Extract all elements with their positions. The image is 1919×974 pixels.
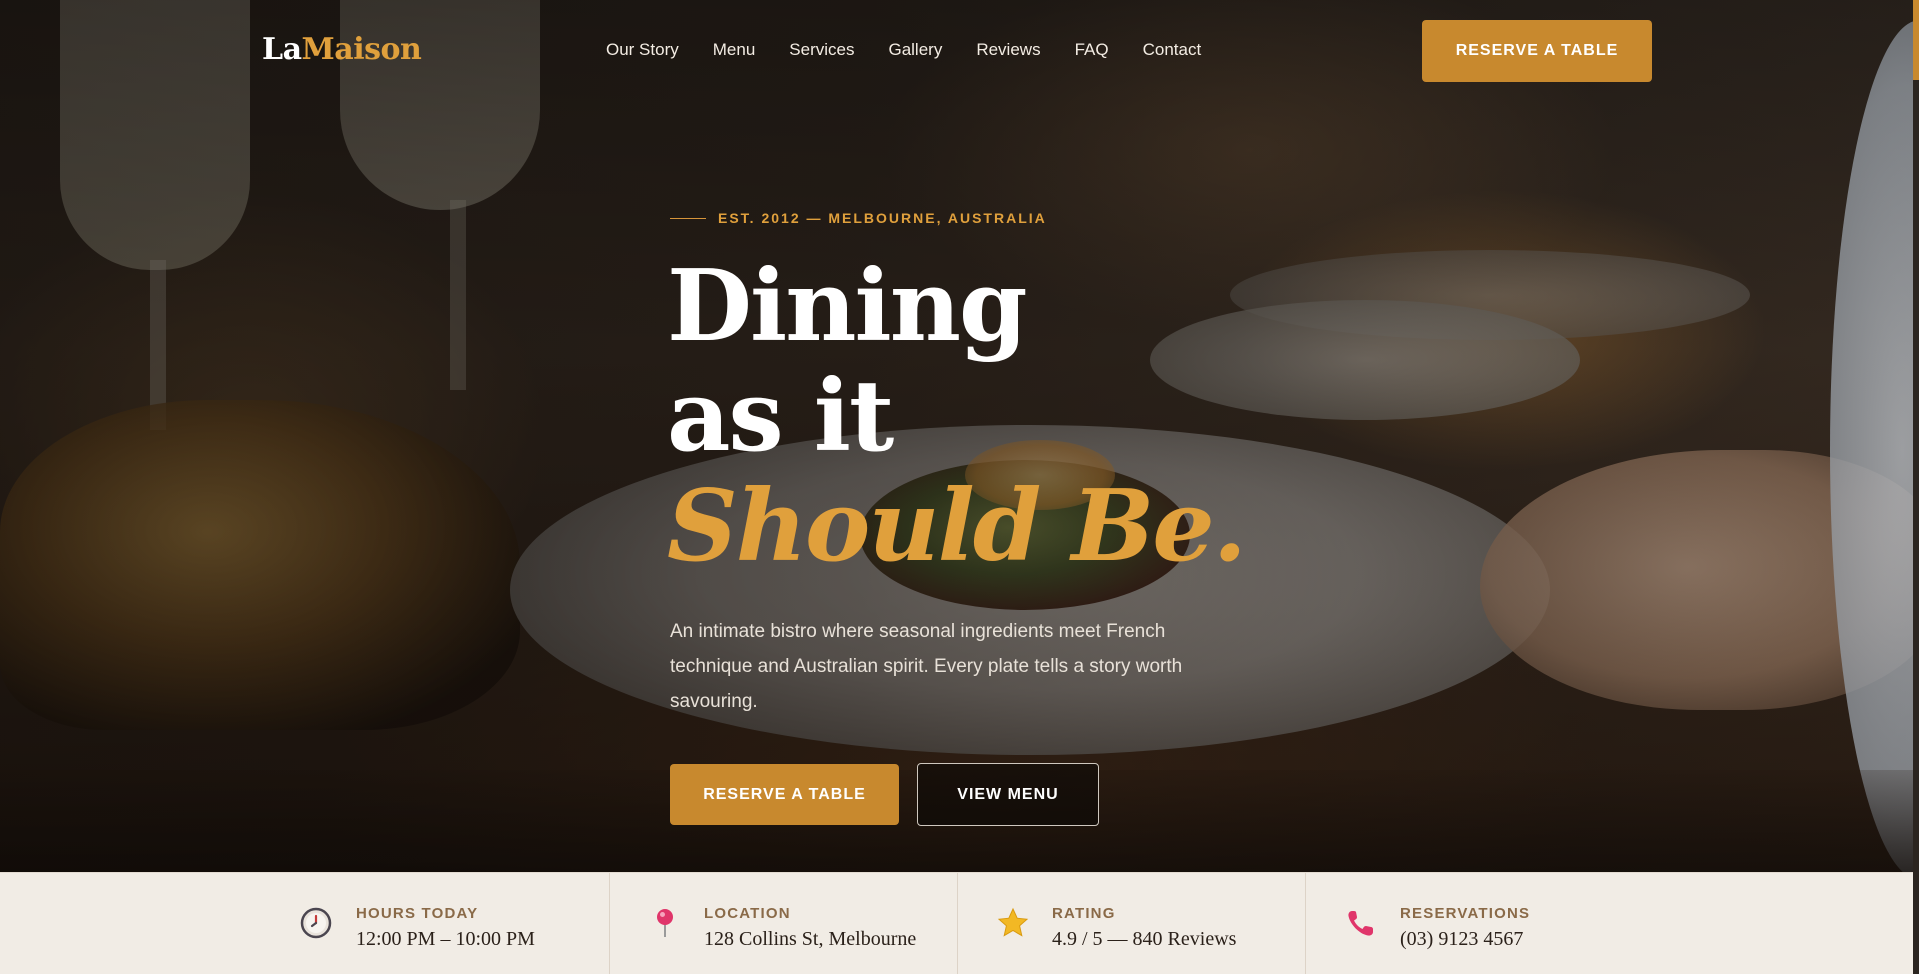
star-icon [997,907,1029,937]
headline-line-3: Should Be. [667,469,1247,584]
hero-description: An intimate bistro where seasonal ingred… [670,621,1183,712]
hero-view-menu-button[interactable]: VIEW MENU [917,763,1099,826]
eyebrow-divider-line [670,217,706,219]
clock-icon [300,907,332,939]
nav-reserve-button[interactable]: RESERVE A TABLE [1422,20,1652,82]
nav-link-menu[interactable]: Menu [713,40,756,60]
eyebrow-text: EST. 2012 — MELBOURNE, AUSTRALIA [718,210,1047,226]
info-rating-label: RATING [1052,905,1116,922]
hero-headline: Dining as it Should Be. [667,249,1247,584]
info-hours-label: HOURS TODAY [356,905,479,922]
phone-icon [1348,911,1373,936]
logo-text-la: La [262,32,302,67]
map-pin-icon [657,909,673,937]
info-hours: HOURS TODAY 12:00 PM – 10:00 PM [0,873,609,974]
info-location-value: 128 Collins St, Melbourne [704,928,917,950]
hero-reserve-button[interactable]: RESERVE A TABLE [670,764,899,825]
hero-eyebrow: EST. 2012 — MELBOURNE, AUSTRALIA [670,210,1047,226]
info-location[interactable]: LOCATION 128 Collins St, Melbourne [609,873,957,974]
info-reservations-value: (03) 9123 4567 [1400,928,1524,950]
logo-text-maison: Maison [301,32,422,67]
nav-link-contact[interactable]: Contact [1143,40,1202,60]
info-rating-value: 4.9 / 5 — 840 Reviews [1052,928,1237,950]
info-reservations[interactable]: RESERVATIONS (03) 9123 4567 [1305,873,1913,974]
nav-link-services[interactable]: Services [789,40,854,60]
info-location-label: LOCATION [704,905,791,922]
nav-links: Our Story Menu Services Gallery Reviews … [606,40,1235,60]
info-bar: HOURS TODAY 12:00 PM – 10:00 PM LOCATION… [0,872,1913,974]
nav-link-faq[interactable]: FAQ [1075,40,1109,60]
page-scrollbar[interactable] [1913,0,1919,974]
headline-line-1: Dining [667,249,1027,364]
headline-line-2: as it [667,359,894,474]
nav-link-gallery[interactable]: Gallery [888,40,942,60]
info-hours-value: 12:00 PM – 10:00 PM [356,928,535,950]
info-rating: RATING 4.9 / 5 — 840 Reviews [957,873,1305,974]
nav-link-our-story[interactable]: Our Story [606,40,679,60]
nav-link-reviews[interactable]: Reviews [976,40,1040,60]
info-reservations-label: RESERVATIONS [1400,905,1531,922]
top-navigation: LaMaison Our Story Menu Services Gallery… [0,0,1919,100]
scrollbar-thumb[interactable] [1913,0,1919,80]
site-logo[interactable]: LaMaison [262,32,422,67]
